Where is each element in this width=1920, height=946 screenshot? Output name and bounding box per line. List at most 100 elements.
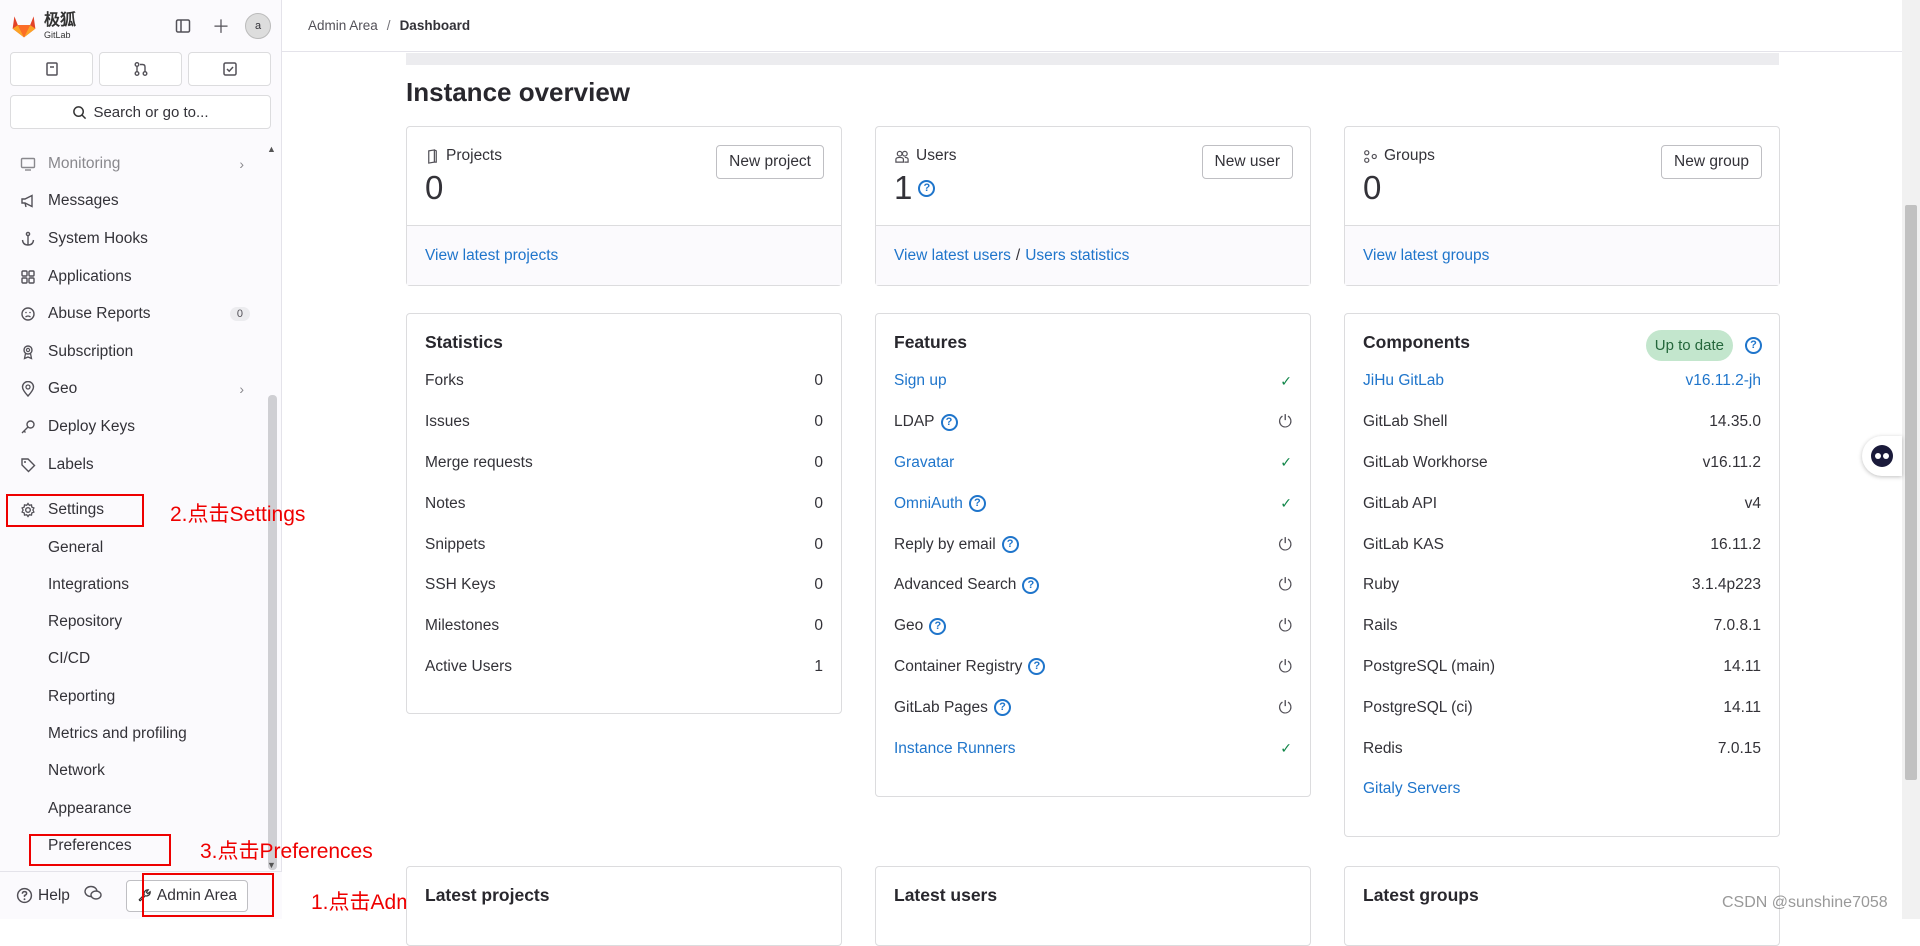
- component-row: GitLab KAS 16.11.2: [1363, 524, 1761, 565]
- power-off-icon: ⏻: [1278, 534, 1292, 554]
- component-label: GitLab Shell: [1363, 413, 1448, 431]
- stat-row-issues: Issues 0: [425, 402, 823, 443]
- bullhorn-icon: [18, 193, 38, 209]
- new-user-button[interactable]: New user: [1201, 145, 1293, 179]
- view-latest-projects-link[interactable]: View latest projects: [425, 247, 558, 265]
- component-version[interactable]: v16.11.2-jh: [1685, 372, 1761, 390]
- search-button[interactable]: Search or go to...: [10, 95, 271, 129]
- feature-help-icon[interactable]: ?: [929, 617, 947, 635]
- latest-projects-title: Latest projects: [425, 885, 550, 905]
- component-label[interactable]: JiHu GitLab: [1363, 372, 1444, 390]
- new-project-button[interactable]: New project: [716, 145, 824, 179]
- feature-help-icon[interactable]: ?: [993, 699, 1011, 717]
- breadcrumb-admin-area[interactable]: Admin Area: [308, 18, 378, 33]
- component-label: Rails: [1363, 617, 1398, 635]
- feature-label[interactable]: Instance Runners: [894, 740, 1016, 758]
- sidebar-item-label: Applications: [48, 267, 132, 285]
- new-group-button[interactable]: New group: [1661, 145, 1762, 179]
- sidebar-item-messages[interactable]: Messages: [0, 183, 264, 221]
- sidebar-scrollbar[interactable]: [268, 395, 277, 870]
- check-icon: ✓: [1280, 372, 1292, 389]
- todo-list-button[interactable]: [188, 52, 271, 86]
- brand-logo[interactable]: 极狐 GitLab: [10, 12, 76, 40]
- gitaly-servers-link[interactable]: Gitaly Servers: [1363, 780, 1460, 798]
- issues-icon: [45, 62, 58, 76]
- component-version: 3.1.4p223: [1692, 576, 1761, 594]
- users-statistics-link[interactable]: Users statistics: [1025, 247, 1129, 265]
- users-card: Users 1 ? New user View latest users / U…: [875, 126, 1311, 286]
- settings-sub-ci-cd[interactable]: CI/CD: [0, 641, 264, 678]
- toggle-sidebar-icon[interactable]: [169, 12, 197, 40]
- location-icon: [18, 381, 38, 398]
- features-title: Features: [894, 332, 967, 352]
- label-icon: [18, 457, 38, 473]
- chevron-right-icon: ›: [239, 381, 244, 398]
- feature-help-icon[interactable]: ?: [940, 413, 958, 431]
- feature-help-icon[interactable]: ?: [1022, 576, 1040, 594]
- merge-requests-button[interactable]: [99, 52, 182, 86]
- feature-label-wrap: Reply by email?: [894, 536, 1019, 554]
- wechat-icon[interactable]: [84, 885, 102, 906]
- sidebar-scroll-up-arrow[interactable]: ▲: [267, 144, 276, 154]
- up-to-date-badge: Up to date: [1645, 330, 1733, 361]
- assistant-float-button[interactable]: [1862, 436, 1902, 476]
- tanuki-logo-icon: [12, 16, 36, 38]
- feature-label[interactable]: OmniAuth: [894, 495, 963, 513]
- stat-value: 0: [814, 535, 823, 553]
- sidebar-item-applications[interactable]: Applications: [0, 258, 264, 296]
- groups-label: Groups: [1384, 147, 1435, 164]
- view-latest-groups-link[interactable]: View latest groups: [1363, 247, 1489, 265]
- feature-help-icon[interactable]: ?: [1028, 658, 1046, 676]
- components-help-icon[interactable]: ?: [1745, 337, 1762, 354]
- abuse-icon: [18, 306, 38, 322]
- feature-label[interactable]: Gravatar: [894, 454, 954, 472]
- feature-row: LDAP? ⏻: [894, 402, 1292, 443]
- feature-label-wrap: Advanced Search?: [894, 576, 1040, 594]
- sidebar-item-deploy-keys[interactable]: Deploy Keys: [0, 408, 264, 446]
- breadcrumb-dashboard[interactable]: Dashboard: [400, 18, 471, 33]
- settings-sub-metrics[interactable]: Metrics and profiling: [0, 715, 264, 752]
- help-button[interactable]: Help: [16, 887, 70, 905]
- settings-sub-repository[interactable]: Repository: [0, 604, 264, 641]
- avatar-alt: a: [254, 20, 262, 32]
- users-label: Users: [916, 147, 957, 164]
- feature-help-icon[interactable]: ?: [1001, 536, 1019, 554]
- sidebar-item-monitoring[interactable]: Monitoring ›: [0, 145, 264, 183]
- sidebar-item-label: Monitoring: [48, 154, 121, 172]
- components-card: Components Up to date ? JiHu GitLab v16.1…: [1344, 313, 1780, 837]
- feature-label-wrap: Geo?: [894, 617, 947, 635]
- feature-label[interactable]: Sign up: [894, 372, 947, 390]
- main-content: Instance overview Projects 0 New project…: [282, 53, 1902, 946]
- feature-help-icon[interactable]: ?: [968, 495, 986, 513]
- assigned-issues-button[interactable]: [10, 52, 93, 86]
- breadcrumb: Admin Area / Dashboard: [282, 0, 1902, 52]
- abuse-count-badge: 0: [229, 307, 250, 322]
- settings-sub-network[interactable]: Network: [0, 753, 264, 790]
- settings-sub-integrations[interactable]: Integrations: [0, 566, 264, 603]
- sidebar-item-geo[interactable]: Geo ›: [0, 371, 264, 409]
- sidebar-item-abuse-reports[interactable]: Abuse Reports 0: [0, 295, 264, 333]
- settings-sub-appearance[interactable]: Appearance: [0, 790, 264, 827]
- feature-label-wrap: Container Registry?: [894, 658, 1046, 676]
- search-label: Search or go to...: [93, 103, 209, 121]
- settings-sub-general[interactable]: General: [0, 529, 264, 566]
- users-count: 1: [894, 169, 913, 206]
- sidebar-item-label: Subscription: [48, 342, 134, 360]
- view-latest-users-link[interactable]: View latest users: [894, 247, 1011, 265]
- stat-row-merge-requests: Merge requests 0: [425, 443, 823, 484]
- sidebar-item-subscription[interactable]: Subscription: [0, 333, 264, 371]
- stat-row-active-users: Active Users 1: [425, 647, 823, 688]
- chevron-right-icon: ›: [239, 155, 244, 172]
- key-icon: [18, 419, 38, 435]
- component-row: GitLab Shell 14.35.0: [1363, 402, 1761, 443]
- stat-label: SSH Keys: [425, 576, 496, 594]
- sidebar-item-labels[interactable]: Labels: [0, 446, 264, 484]
- create-new-icon[interactable]: ＋: [207, 12, 235, 40]
- sidebar-item-system-hooks[interactable]: System Hooks: [0, 220, 264, 258]
- users-help-icon[interactable]: ?: [918, 179, 936, 197]
- feature-label-wrap: LDAP?: [894, 413, 958, 431]
- gitaly-row: Gitaly Servers: [1363, 769, 1761, 810]
- settings-sub-reporting[interactable]: Reporting: [0, 678, 264, 715]
- page-scrollbar[interactable]: [1905, 205, 1917, 780]
- avatar[interactable]: a: [245, 13, 271, 39]
